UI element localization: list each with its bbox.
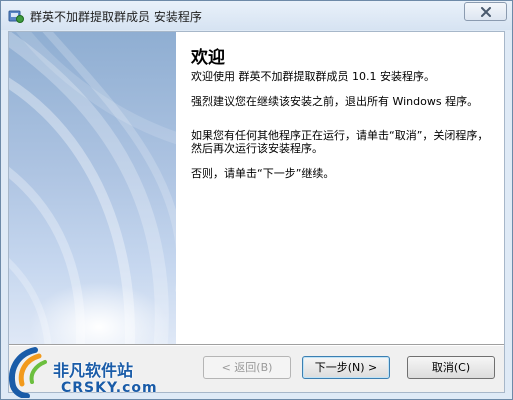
wizard-body: 欢迎 欢迎使用 群英不加群提取群成员 10.1 安装程序。 强烈建议您在继续该安…: [8, 31, 505, 393]
cancel-button[interactable]: 取消(C): [407, 356, 495, 379]
watermark-site-name: 非凡软件站: [53, 361, 134, 380]
cancel-instruction: 如果您有任何其他程序正在运行，请单击“取消”，关闭程序，然后再次运行该安装程序。: [191, 129, 489, 155]
installer-window: 群英不加群提取群成员 安装程序 欢迎 欢迎使用 群英不加群提取群成员 10.1 …: [0, 0, 513, 400]
back-button[interactable]: < 返回(B): [203, 356, 291, 379]
wizard-side-banner: [9, 32, 176, 344]
watermark-domain: CRSKY.com: [61, 380, 158, 396]
close-icon: [481, 7, 491, 17]
close-button[interactable]: [464, 2, 507, 21]
swirl-banner-image: [9, 32, 176, 344]
welcome-text: 欢迎使用 群英不加群提取群成员 10.1 安装程序。: [191, 70, 435, 83]
page-title: 欢迎: [191, 48, 225, 68]
wizard-content: 欢迎 欢迎使用 群英不加群提取群成员 10.1 安装程序。 强烈建议您在继续该安…: [176, 32, 504, 344]
close-programs-advice: 强烈建议您在继续该安装之前，退出所有 Windows 程序。: [191, 95, 479, 108]
next-button[interactable]: 下一步(N) >: [302, 356, 390, 379]
window-title: 群英不加群提取群成员 安装程序: [30, 10, 202, 24]
continue-instruction: 否则，请单击“下一步”继续。: [191, 167, 335, 180]
watermark-logo-icon: [9, 347, 47, 398]
installer-icon: [8, 8, 24, 24]
title-bar[interactable]: 群英不加群提取群成员 安装程序: [1, 1, 512, 30]
site-watermark: 非凡软件站 CRSKY.com: [1, 344, 171, 399]
